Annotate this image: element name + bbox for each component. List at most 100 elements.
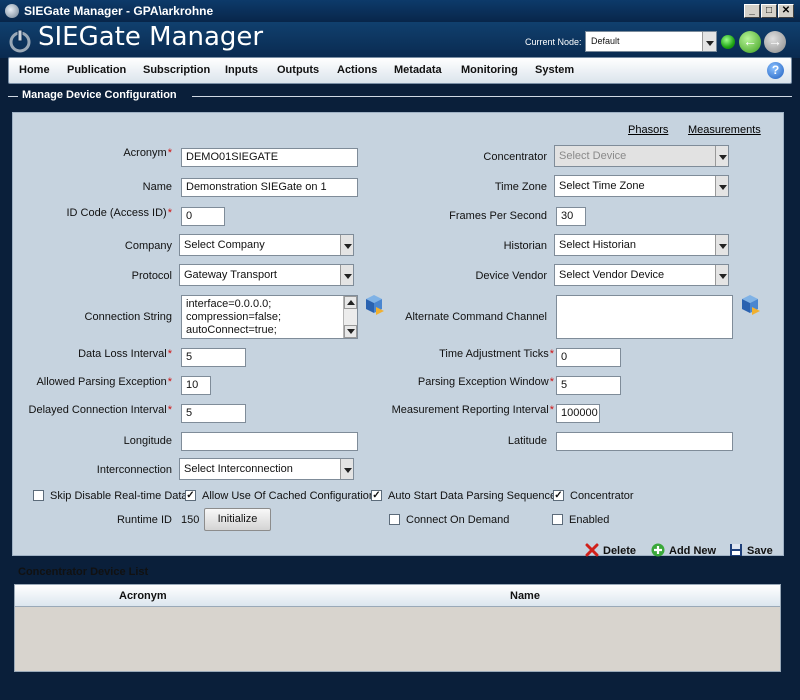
measurement-reporting-interval-label: Measurement Reporting Interval* — [391, 404, 554, 416]
initialize-button[interactable]: Initialize — [204, 508, 271, 531]
delayed-connection-interval-label: Delayed Connection Interval* — [28, 404, 172, 416]
current-node-value: Default — [591, 36, 620, 46]
chevron-down-icon[interactable] — [702, 32, 716, 51]
historian-value: Select Historian — [559, 239, 637, 251]
measurement-reporting-interval-input[interactable]: 100000 — [556, 404, 600, 423]
parsing-exception-window-input[interactable]: 5 — [556, 376, 621, 395]
connection-string-input[interactable]: interface=0.0.0.0; compression=false; au… — [181, 295, 358, 339]
current-node-select[interactable]: Default — [585, 31, 717, 52]
menu-metadata[interactable]: Metadata — [394, 64, 442, 76]
allowed-parsing-exception-input[interactable]: 10 — [181, 376, 211, 395]
current-node-label: Current Node: — [525, 37, 582, 47]
protocol-label: Protocol — [131, 270, 172, 282]
connection-builder-icon[interactable] — [738, 293, 762, 315]
protocol-select[interactable]: Gateway Transport — [179, 264, 354, 286]
time-zone-select[interactable]: Select Time Zone — [554, 175, 729, 197]
minimize-button[interactable]: _ — [744, 4, 760, 18]
id-code-label: ID Code (Access ID)* — [66, 207, 172, 219]
latitude-input[interactable] — [556, 432, 733, 451]
chevron-down-icon[interactable] — [340, 235, 353, 255]
runtime-id-label: Runtime ID — [116, 514, 172, 526]
device-vendor-value: Select Vendor Device — [559, 269, 665, 281]
maximize-button[interactable]: □ — [761, 4, 777, 18]
allow-cached-label: Allow Use Of Cached Configuration — [202, 490, 376, 502]
company-select[interactable]: Select Company — [179, 234, 354, 256]
skip-disable-label: Skip Disable Real-time Data — [50, 490, 188, 502]
section-title: Manage Device Configuration — [22, 89, 177, 101]
help-icon[interactable]: ? — [767, 62, 784, 79]
parsing-exception-window-label: Parsing Exception Window* — [417, 376, 554, 388]
delete-label: Delete — [603, 545, 637, 557]
longitude-input[interactable] — [181, 432, 358, 451]
save-icon — [730, 544, 742, 556]
time-adjustment-ticks-label: Time Adjustment Ticks* — [439, 348, 554, 360]
menu-publication[interactable]: Publication — [67, 64, 126, 76]
grid-header: Acronym Name — [15, 585, 780, 607]
id-code-input[interactable]: 0 — [181, 207, 225, 226]
menu-system[interactable]: System — [535, 64, 574, 76]
device-vendor-select[interactable]: Select Vendor Device — [554, 264, 729, 286]
delete-button[interactable]: Delete — [585, 543, 636, 557]
delayed-connection-interval-input[interactable]: 5 — [181, 404, 246, 423]
chevron-down-icon[interactable] — [715, 265, 728, 285]
connection-string-line: compression=false; — [186, 311, 282, 323]
skip-disable-checkbox[interactable] — [33, 490, 44, 501]
connect-on-demand-label: Connect On Demand — [406, 514, 510, 526]
forward-arrow-icon[interactable]: → — [764, 31, 786, 53]
section-divider — [192, 96, 792, 97]
time-zone-label: Time Zone — [494, 181, 547, 193]
connection-builder-icon[interactable] — [362, 293, 386, 315]
frames-per-second-input[interactable]: 30 — [556, 207, 586, 226]
auto-start-label: Auto Start Data Parsing Sequence — [388, 490, 557, 502]
add-new-button[interactable]: Add New — [651, 543, 716, 557]
chevron-down-icon — [715, 146, 728, 166]
connect-on-demand-checkbox[interactable] — [389, 514, 400, 525]
alternate-command-channel-input[interactable] — [556, 295, 733, 339]
connection-string-line: interface=0.0.0.0; — [186, 298, 272, 310]
acronym-input[interactable]: DEMO01SIEGATE — [181, 148, 358, 167]
column-header-acronym[interactable]: Acronym — [119, 590, 167, 602]
interconnection-select[interactable]: Select Interconnection — [179, 458, 354, 480]
app-header: SIEGate Manager Current Node: Default ← … — [0, 22, 800, 58]
menu-actions[interactable]: Actions — [337, 64, 377, 76]
measurements-link[interactable]: Measurements — [688, 124, 761, 136]
chevron-down-icon[interactable] — [715, 176, 728, 196]
menu-home[interactable]: Home — [19, 64, 50, 76]
scroll-up-icon[interactable] — [344, 296, 357, 309]
window-title-bar[interactable]: SIEGate Manager - GPA\arkrohne _ □ ✕ — [0, 0, 800, 22]
concentrator-checkbox[interactable]: ✓ — [553, 490, 564, 501]
add-new-label: Add New — [669, 545, 717, 557]
column-header-name[interactable]: Name — [510, 590, 540, 602]
historian-select[interactable]: Select Historian — [554, 234, 729, 256]
scrollbar[interactable] — [343, 296, 357, 338]
back-arrow-icon[interactable]: ← — [739, 31, 761, 53]
latitude-label: Latitude — [507, 435, 547, 447]
chevron-down-icon[interactable] — [340, 265, 353, 285]
chevron-down-icon[interactable] — [340, 459, 353, 479]
frames-per-second-label: Frames Per Second — [449, 210, 547, 222]
menu-monitoring[interactable]: Monitoring — [461, 64, 518, 76]
add-icon — [651, 543, 665, 557]
data-loss-interval-input[interactable]: 5 — [181, 348, 246, 367]
allow-cached-checkbox[interactable]: ✓ — [185, 490, 196, 501]
concentrator-device-grid[interactable]: Acronym Name — [14, 584, 781, 672]
save-button[interactable]: Save — [729, 543, 773, 557]
menu-subscription[interactable]: Subscription — [143, 64, 210, 76]
company-label: Company — [124, 240, 172, 252]
company-value: Select Company — [184, 239, 265, 251]
phasors-link[interactable]: Phasors — [628, 124, 668, 136]
power-icon — [9, 29, 31, 53]
menu-outputs[interactable]: Outputs — [277, 64, 319, 76]
concentrator-select: Select Device — [554, 145, 729, 167]
close-button[interactable]: ✕ — [778, 4, 794, 18]
chevron-down-icon[interactable] — [715, 235, 728, 255]
time-adjustment-ticks-input[interactable]: 0 — [556, 348, 621, 367]
concentrator-checkbox-label: Concentrator — [570, 490, 634, 502]
scroll-down-icon[interactable] — [344, 325, 357, 338]
name-input[interactable]: Demonstration SIEGate on 1 — [181, 178, 358, 197]
auto-start-checkbox[interactable]: ✓ — [371, 490, 382, 501]
window-title: SIEGate Manager - GPA\arkrohne — [24, 4, 214, 18]
menu-inputs[interactable]: Inputs — [225, 64, 258, 76]
delete-icon — [585, 543, 599, 557]
enabled-checkbox[interactable] — [552, 514, 563, 525]
